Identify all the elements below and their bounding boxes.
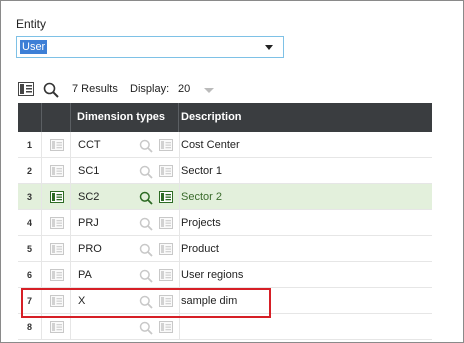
search-icon[interactable] xyxy=(139,243,153,260)
card-icon[interactable] xyxy=(159,165,173,180)
row-number: 4 xyxy=(18,210,42,236)
card-icon[interactable] xyxy=(159,321,173,336)
display-size-select[interactable]: 20 xyxy=(178,83,190,95)
entity-select[interactable]: User xyxy=(16,36,284,58)
dimension-description: Cost Center xyxy=(181,139,240,151)
column-divider xyxy=(179,158,180,184)
header-description[interactable]: Description xyxy=(179,103,432,132)
card-icon[interactable] xyxy=(159,243,173,258)
dimension-code: PA xyxy=(78,269,92,281)
highlight-box xyxy=(21,288,271,318)
header-number-column xyxy=(18,103,42,132)
table-row[interactable]: 3 SC2 Sector 2 xyxy=(18,184,432,210)
form-icon[interactable] xyxy=(42,262,71,288)
header-icon-column xyxy=(42,103,71,132)
table-row[interactable]: 5 PRO Product xyxy=(18,236,432,262)
column-divider xyxy=(179,184,180,210)
dimension-code: PRJ xyxy=(78,217,99,229)
table-row[interactable]: 6 PA User regions xyxy=(18,262,432,288)
row-number: 5 xyxy=(18,236,42,262)
display-label: Display: xyxy=(130,83,170,95)
search-icon[interactable] xyxy=(43,82,59,101)
row-number: 6 xyxy=(18,262,42,288)
dimension-code: PRO xyxy=(78,243,102,255)
dimension-code: SC2 xyxy=(78,191,100,203)
entity-selected-value: User xyxy=(20,40,48,54)
search-icon[interactable] xyxy=(139,191,153,208)
form-icon[interactable] xyxy=(42,184,71,210)
header-dimension-types[interactable]: Dimension types xyxy=(71,103,179,132)
search-icon[interactable] xyxy=(139,139,153,156)
search-icon[interactable] xyxy=(139,269,153,286)
form-icon[interactable] xyxy=(42,158,71,184)
form-view-icon[interactable] xyxy=(18,82,34,99)
dimension-description: Sector 1 xyxy=(181,165,222,177)
table-row[interactable]: 4 PRJ Projects xyxy=(18,210,432,236)
table-row[interactable]: 2 SC1 Sector 1 xyxy=(18,158,432,184)
dimension-description: Projects xyxy=(181,217,221,229)
form-icon[interactable] xyxy=(42,132,71,158)
card-icon[interactable] xyxy=(159,269,173,284)
search-icon[interactable] xyxy=(139,165,153,182)
row-number: 2 xyxy=(18,158,42,184)
dimension-code: SC1 xyxy=(78,165,100,177)
column-divider xyxy=(179,132,180,158)
row-number: 1 xyxy=(18,132,42,158)
card-icon[interactable] xyxy=(159,217,173,232)
results-count: 7 Results xyxy=(72,83,118,95)
search-icon[interactable] xyxy=(139,217,153,234)
dimension-description: User regions xyxy=(181,269,244,281)
table-row[interactable]: 1 CCT Cost Center xyxy=(18,132,432,158)
row-number: 3 xyxy=(18,184,42,210)
dimension-description: Sector 2 xyxy=(181,191,222,203)
entity-label: Entity xyxy=(16,17,47,31)
table-header: Dimension types Description xyxy=(18,103,432,132)
column-divider xyxy=(179,262,180,288)
card-icon[interactable] xyxy=(159,191,173,206)
search-icon[interactable] xyxy=(139,321,153,338)
chevron-down-icon[interactable] xyxy=(265,45,273,50)
dimension-description: Product xyxy=(181,243,219,255)
form-icon[interactable] xyxy=(42,236,71,262)
dimension-code: CCT xyxy=(78,139,101,151)
card-icon[interactable] xyxy=(159,139,173,154)
column-divider xyxy=(179,210,180,236)
form-icon[interactable] xyxy=(42,210,71,236)
chevron-down-icon[interactable] xyxy=(204,88,214,93)
column-divider xyxy=(179,236,180,262)
